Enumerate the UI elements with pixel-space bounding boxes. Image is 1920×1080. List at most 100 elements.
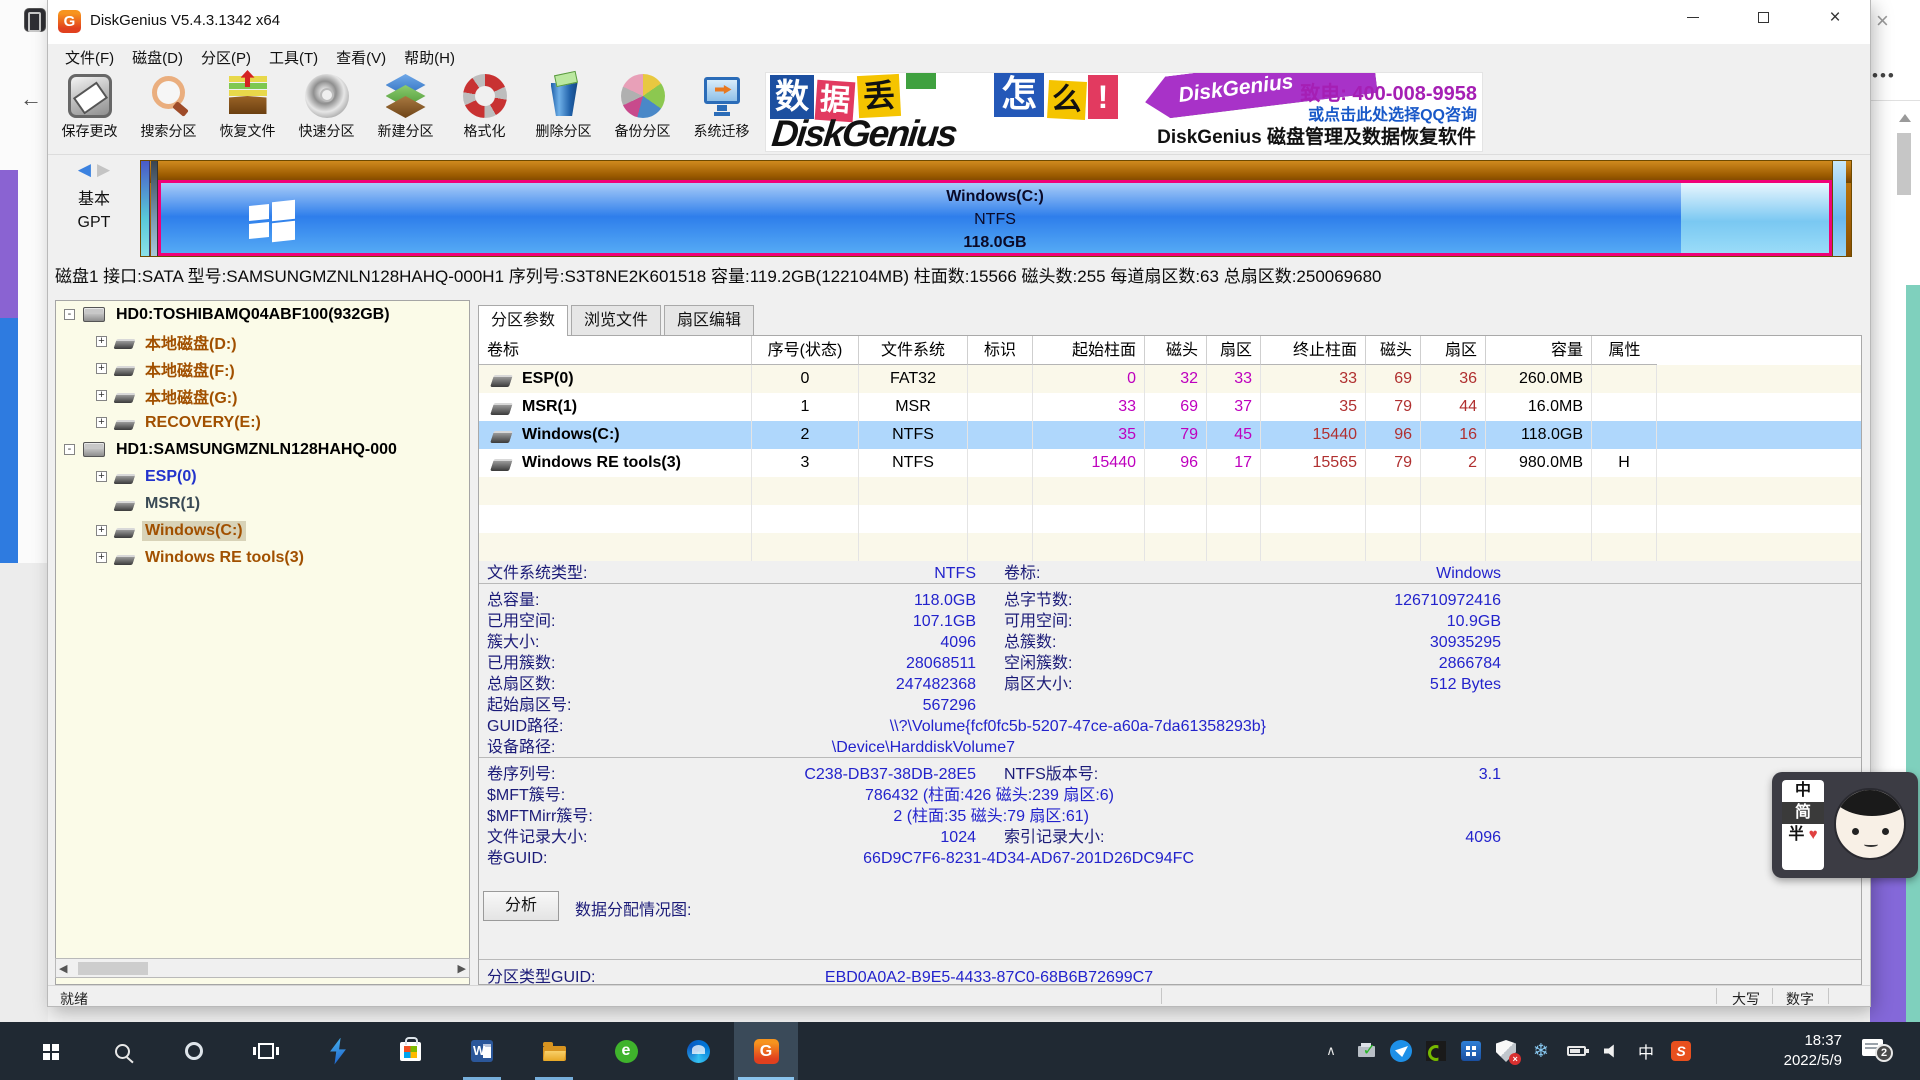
column-header[interactable]: 标识 <box>968 336 1033 365</box>
table-row[interactable]: Windows(C:) 2 NTFS 35 79 45 15440 96 16 … <box>479 421 1861 449</box>
start-button[interactable] <box>14 1022 86 1080</box>
column-header[interactable]: 起始柱面 <box>1033 336 1145 365</box>
tree-item[interactable]: + RECOVERY(E:) <box>56 409 469 436</box>
snowflake-tray-icon[interactable]: ❄ <box>1528 1038 1554 1064</box>
taskbar-clock[interactable]: 18:37 2022/5/9 <box>1738 1031 1842 1071</box>
menu-item[interactable]: 磁盘(D) <box>123 44 192 71</box>
background-close-icon[interactable]: × <box>1876 8 1889 34</box>
heart-icon[interactable]: ♥ <box>1809 826 1818 843</box>
messenger-tray-icon[interactable] <box>1388 1038 1414 1064</box>
table-row[interactable] <box>479 477 1861 505</box>
tray-expand-icon[interactable]: ∧ <box>1318 1038 1344 1064</box>
defender-tray-icon[interactable]: × <box>1493 1038 1519 1064</box>
column-header[interactable]: 序号(状态) <box>752 336 859 365</box>
taskbar-search-button[interactable] <box>86 1022 158 1080</box>
column-header[interactable]: 扇区 <box>1421 336 1486 365</box>
expand-toggle-icon[interactable]: + <box>96 363 107 374</box>
edge-button[interactable] <box>662 1022 734 1080</box>
intel-graphics-tray-icon[interactable] <box>1458 1038 1484 1064</box>
microsoft-store-button[interactable] <box>374 1022 446 1080</box>
expand-toggle-icon[interactable]: + <box>96 552 107 563</box>
expand-toggle-icon[interactable]: + <box>96 525 107 536</box>
scroll-left-icon[interactable]: ◀ <box>59 962 67 975</box>
partition-block-esp[interactable] <box>141 161 150 256</box>
prev-disk-icon[interactable]: ◀ <box>78 160 91 179</box>
column-header[interactable]: 终止柱面 <box>1261 336 1366 365</box>
tree-item[interactable]: + ESP(0) <box>56 463 469 490</box>
tree-item[interactable]: + 本地磁盘(F:) <box>56 355 469 382</box>
maximize-button[interactable] <box>1740 0 1786 34</box>
battery-icon[interactable] <box>1563 1038 1589 1064</box>
task-view-button[interactable] <box>230 1022 302 1080</box>
ime-assistant-widget[interactable]: 中 简 半 ♥ <box>1772 772 1918 878</box>
partition-block-windows-c[interactable]: Windows(C:) NTFS 118.0GB <box>158 180 1832 256</box>
toolbar-button[interactable]: 保存更改 <box>50 72 129 152</box>
nvidia-tray-icon[interactable] <box>1423 1038 1449 1064</box>
menu-item[interactable]: 分区(P) <box>192 44 260 71</box>
sogou-tray-icon[interactable]: S <box>1668 1038 1694 1064</box>
tab[interactable]: 分区参数 <box>478 305 568 336</box>
scrollbar-thumb[interactable] <box>1897 133 1911 195</box>
expand-toggle-icon[interactable]: - <box>64 444 75 455</box>
scroll-up-icon[interactable] <box>1899 114 1911 122</box>
tab[interactable]: 扇区编辑 <box>664 305 754 335</box>
menu-item[interactable]: 文件(F) <box>56 44 123 71</box>
toolbar-button[interactable]: 快速分区 <box>287 72 366 152</box>
expand-toggle-icon[interactable]: + <box>96 336 107 347</box>
toolbar-button[interactable]: 格式化 <box>445 72 524 152</box>
column-header[interactable]: 卷标 <box>479 336 752 365</box>
column-header[interactable]: 磁头 <box>1145 336 1207 365</box>
table-row[interactable] <box>479 505 1861 533</box>
tree-item[interactable]: + 本地磁盘(G:) <box>56 382 469 409</box>
ime-indicator[interactable]: 中 <box>1633 1038 1659 1064</box>
analyze-button[interactable]: 分析 <box>483 891 559 921</box>
toolbar-button[interactable]: 备份分区 <box>603 72 682 152</box>
toolbar-button[interactable]: 新建分区 <box>366 72 445 152</box>
browser-button[interactable]: e <box>590 1022 662 1080</box>
tree-item[interactable]: + 本地磁盘(D:) <box>56 328 469 355</box>
table-row[interactable]: Windows RE tools(3) 3 NTFS 15440 96 17 1… <box>479 449 1861 477</box>
word-button[interactable] <box>446 1022 518 1080</box>
action-center-button[interactable]: 2 <box>1862 1039 1883 1056</box>
partition-block-msr[interactable] <box>151 161 158 256</box>
next-disk-icon[interactable]: ▶ <box>97 160 110 179</box>
expand-toggle-icon[interactable]: - <box>64 309 75 320</box>
file-explorer-button[interactable] <box>518 1022 590 1080</box>
ime-mode-zh[interactable]: 中 <box>1795 782 1811 799</box>
toolbar-button[interactable]: 搜索分区 <box>129 72 208 152</box>
minimize-button[interactable] <box>1670 0 1716 34</box>
expand-toggle-icon[interactable]: + <box>96 417 107 428</box>
banner-ad[interactable]: 数 据 丢 怎 么 ! DiskGenius DiskGenius 致电: 40… <box>765 72 1483 152</box>
table-row[interactable]: ESP(0) 0 FAT32 0 32 33 33 69 36 260.0MB <box>479 365 1861 393</box>
tab[interactable]: 浏览文件 <box>571 305 661 335</box>
tree-item[interactable]: + Windows RE tools(3) <box>56 544 469 571</box>
tree-item[interactable]: - HD0:TOSHIBAMQ04ABF100(932GB) <box>56 301 469 328</box>
browser-back-icon[interactable]: ← <box>20 86 42 112</box>
column-header[interactable]: 属性 <box>1592 336 1657 365</box>
ime-mode-card[interactable]: 中 简 半 ♥ <box>1782 780 1824 870</box>
menu-item[interactable]: 工具(T) <box>260 44 327 71</box>
column-header[interactable]: 容量 <box>1486 336 1592 365</box>
scrollbar-thumb[interactable] <box>78 962 148 975</box>
tree-item[interactable]: + Windows(C:) <box>56 517 469 544</box>
partition-block-re-tools[interactable] <box>1832 161 1846 256</box>
background-more-icon[interactable]: ••• <box>1872 66 1896 86</box>
menu-item[interactable]: 帮助(H) <box>395 44 464 71</box>
toolbar-button[interactable]: 删除分区 <box>524 72 603 152</box>
toolbar-button[interactable]: 恢复文件 <box>208 72 287 152</box>
printer-tray-icon[interactable] <box>1353 1038 1379 1064</box>
ime-mode-simplified[interactable]: 简 <box>1782 802 1824 824</box>
cortana-button[interactable] <box>158 1022 230 1080</box>
ime-mode-half[interactable]: 半 <box>1788 826 1804 843</box>
table-row[interactable]: MSR(1) 1 MSR 33 69 37 35 79 44 16.0MB <box>479 393 1861 421</box>
close-button[interactable]: × <box>1812 0 1858 34</box>
volume-icon[interactable] <box>1598 1038 1624 1064</box>
scroll-right-icon[interactable]: ▶ <box>458 962 466 975</box>
diskgenius-taskbar-button[interactable]: G <box>734 1022 798 1080</box>
flash-app-button[interactable] <box>302 1022 374 1080</box>
menu-item[interactable]: 查看(V) <box>327 44 395 71</box>
tree-item[interactable]: - HD1:SAMSUNGMZNLN128HAHQ-000 <box>56 436 469 463</box>
expand-toggle-icon[interactable]: + <box>96 390 107 401</box>
expand-toggle-icon[interactable]: + <box>96 471 107 482</box>
assistant-avatar[interactable] <box>1834 788 1906 860</box>
